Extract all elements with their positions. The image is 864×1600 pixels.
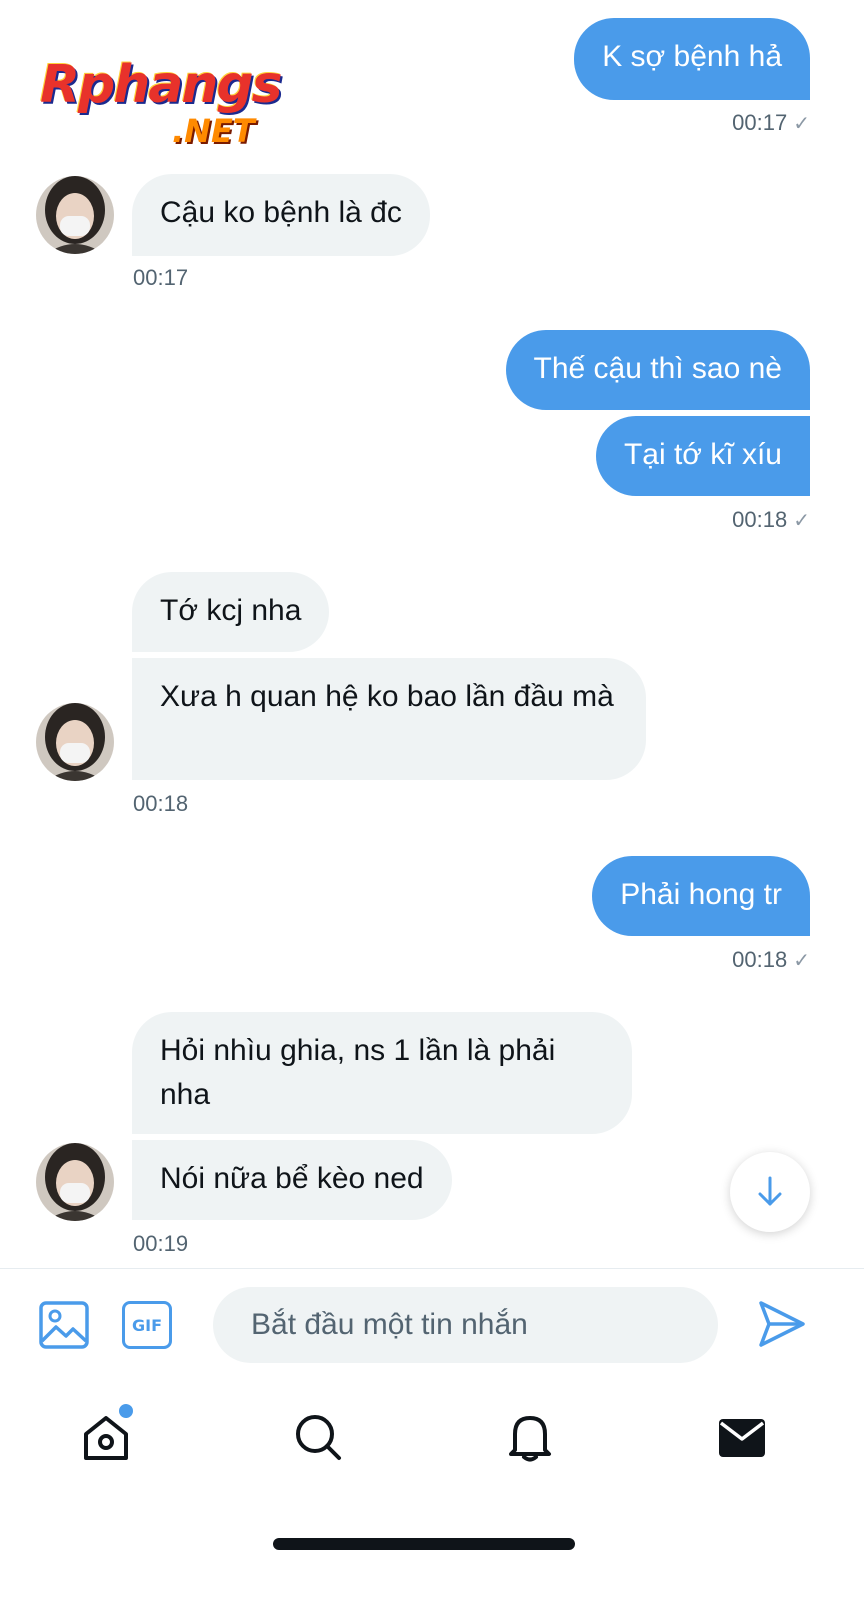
message-text: Hỏi nhìu ghia, ns 1 lần là phải nha	[160, 1034, 556, 1111]
arrow-down-icon	[758, 1176, 782, 1206]
sent-message-bubble[interactable]: Phải hong tr	[592, 856, 810, 936]
message-timestamp: 00:18 ✓	[732, 507, 810, 534]
timestamp-text: 00:17	[732, 110, 788, 135]
sent-message-bubble[interactable]: Tại tớ kĩ xíu	[595, 416, 810, 496]
timestamp-text: 00:18	[732, 507, 788, 532]
send-icon	[759, 1301, 805, 1347]
watermark-main-text: Rphangs	[40, 55, 283, 115]
contact-avatar[interactable]	[36, 703, 114, 781]
message-text: Phải hong tr	[620, 878, 782, 911]
message-timestamp: 00:17 ✓	[732, 110, 810, 137]
received-message-bubble[interactable]: Nói nữa bể kèo ned	[132, 1140, 452, 1220]
gif-icon: GIF	[131, 1315, 162, 1335]
scroll-to-bottom-button[interactable]	[730, 1152, 810, 1232]
add-image-button[interactable]	[38, 1300, 90, 1350]
search-icon	[296, 1415, 341, 1460]
bell-icon	[509, 1416, 551, 1462]
sent-message-bubble[interactable]: K sợ bệnh hả	[574, 18, 810, 100]
home-indicator	[273, 1538, 575, 1550]
message-text: Thế cậu thì sao nè	[533, 352, 783, 385]
message-text: Xưa h quan hệ ko bao lần đầu mà	[160, 680, 614, 713]
message-timestamp: 00:17	[133, 265, 189, 290]
image-icon	[39, 1301, 89, 1349]
sent-check-icon: ✓	[793, 113, 810, 135]
contact-avatar[interactable]	[36, 1143, 114, 1221]
received-message-bubble[interactable]: Xưa h quan hệ ko bao lần đầu mà	[132, 658, 646, 780]
sent-message-bubble[interactable]: Thế cậu thì sao nè	[505, 330, 810, 410]
add-gif-button[interactable]: GIF	[122, 1301, 172, 1349]
sent-check-icon: ✓	[793, 950, 810, 972]
message-text: Tớ kcj nha	[160, 594, 302, 627]
message-timestamp: 00:18 ✓	[732, 947, 810, 974]
message-text: Nói nữa bể kèo ned	[160, 1162, 424, 1195]
received-message-bubble[interactable]: Cậu ko bệnh là đc	[132, 174, 430, 256]
send-button[interactable]	[756, 1297, 808, 1351]
sent-check-icon: ✓	[793, 510, 810, 532]
timestamp-text: 00:18	[732, 947, 788, 972]
message-timestamp: 00:18	[133, 791, 189, 816]
message-input[interactable]	[213, 1287, 718, 1363]
message-text: Tại tớ kĩ xíu	[623, 438, 782, 471]
composer-divider	[0, 1268, 864, 1269]
received-message-bubble[interactable]: Tớ kcj nha	[132, 572, 330, 652]
message-text: Cậu ko bệnh là đc	[160, 196, 402, 229]
received-message-bubble[interactable]: Hỏi nhìu ghia, ns 1 lần là phải nha	[132, 1012, 632, 1134]
message-text: K sợ bệnh hả	[602, 40, 782, 73]
mail-icon	[719, 1419, 765, 1457]
watermark-logo: Rphangs .NET	[40, 55, 310, 155]
nav-notifications-button[interactable]	[504, 1410, 556, 1464]
nav-search-button[interactable]	[292, 1410, 344, 1464]
notification-dot	[117, 1402, 135, 1420]
message-timestamp: 00:19	[133, 1231, 189, 1256]
contact-avatar[interactable]	[36, 176, 114, 254]
watermark-suffix-text: .NET	[172, 112, 255, 150]
nav-messages-button[interactable]	[716, 1410, 768, 1464]
